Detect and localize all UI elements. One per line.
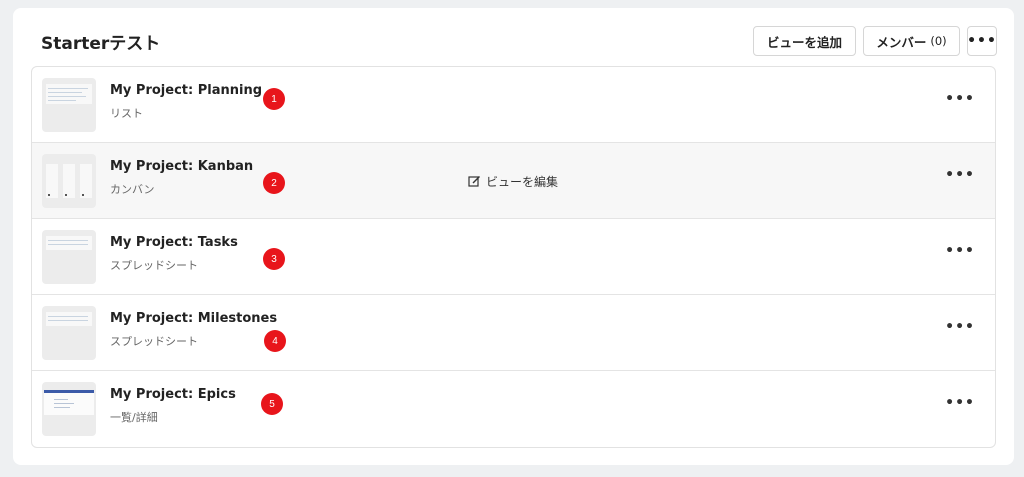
row-more-icon[interactable]: •••: [945, 243, 975, 259]
row-more-icon[interactable]: •••: [945, 91, 975, 107]
step-badge: 2: [263, 172, 285, 194]
view-type: スプレッドシート: [110, 259, 198, 272]
view-row-planning[interactable]: My Project: Planning リスト 1 •••: [32, 67, 995, 143]
view-name[interactable]: My Project: Planning: [110, 83, 262, 98]
view-type: 一覧/詳細: [110, 411, 158, 424]
members-count: (0): [930, 34, 947, 48]
edit-icon: [468, 176, 480, 187]
add-view-button[interactable]: ビューを追加: [753, 26, 856, 56]
members-label: メンバー: [876, 34, 927, 50]
view-row-kanban[interactable]: My Project: Kanban カンバン 2 ビューを編集 •••: [32, 143, 995, 219]
row-more-icon[interactable]: •••: [945, 167, 975, 183]
edit-view-link[interactable]: ビューを編集: [468, 173, 558, 190]
members-button[interactable]: メンバー (0): [863, 26, 960, 56]
view-thumbnail: [42, 382, 96, 436]
view-name[interactable]: My Project: Tasks: [110, 235, 238, 250]
view-row-tasks[interactable]: My Project: Tasks スプレッドシート 3 •••: [32, 219, 995, 295]
step-badge: 4: [264, 330, 286, 352]
view-name[interactable]: My Project: Epics: [110, 387, 236, 402]
view-row-milestones[interactable]: My Project: Milestones スプレッドシート 4 •••: [32, 295, 995, 371]
view-name[interactable]: My Project: Milestones: [110, 311, 277, 326]
edit-view-label: ビューを編集: [486, 175, 559, 189]
view-thumbnail: [42, 306, 96, 360]
view-thumbnail: [42, 230, 96, 284]
view-name[interactable]: My Project: Kanban: [110, 159, 253, 174]
page-title: Starterテスト: [41, 34, 161, 54]
view-row-epics[interactable]: My Project: Epics 一覧/詳細 5 •••: [32, 371, 995, 447]
project-panel: Starterテスト ビューを追加 メンバー (0) ••• My Projec…: [13, 8, 1014, 465]
view-type: リスト: [110, 107, 143, 120]
more-horizontal-icon: •••: [967, 33, 997, 49]
view-type: カンバン: [110, 183, 155, 196]
add-view-label: ビューを追加: [766, 34, 842, 50]
step-badge: 5: [261, 393, 283, 415]
views-list: My Project: Planning リスト 1 ••• My Projec…: [31, 66, 996, 448]
header-more-button[interactable]: •••: [967, 26, 997, 56]
view-type: スプレッドシート: [110, 335, 198, 348]
view-thumbnail: [42, 78, 96, 132]
step-badge: 1: [263, 88, 285, 110]
row-more-icon[interactable]: •••: [945, 319, 975, 335]
row-more-icon[interactable]: •••: [945, 395, 975, 411]
view-thumbnail: [42, 154, 96, 208]
step-badge: 3: [263, 248, 285, 270]
